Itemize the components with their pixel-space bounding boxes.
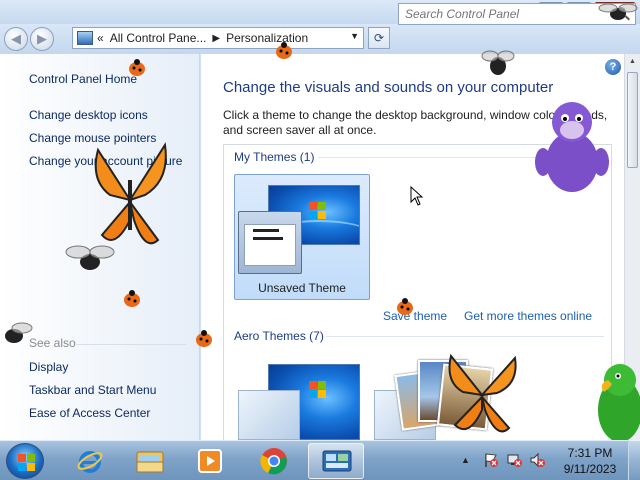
scroll-up-icon[interactable]: ▲: [625, 54, 640, 70]
network-icon[interactable]: [506, 452, 522, 468]
taskbar-clock[interactable]: 7:31 PM 9/11/2023: [555, 445, 625, 477]
change-mouse-pointers-link[interactable]: Change mouse pointers: [29, 131, 156, 145]
search-input[interactable]: [398, 3, 636, 25]
control-panel-icon: [322, 450, 352, 472]
address-dropdown-icon[interactable]: ▼: [350, 31, 359, 41]
action-center-flag-icon[interactable]: [483, 452, 499, 468]
aero-themes-divider: [326, 336, 604, 337]
vertical-scrollbar[interactable]: ▲: [624, 54, 640, 440]
control-panel-icon: [77, 31, 93, 45]
show-hidden-icons-button[interactable]: ▲: [461, 455, 470, 465]
navigation-bar: ◀ ▶ « All Control Pane... ▶ Personalizat…: [0, 24, 640, 54]
windows-flag-icon: [309, 381, 327, 399]
refresh-icon: ⟳: [373, 31, 385, 45]
search-icon[interactable]: [616, 7, 626, 17]
refresh-button[interactable]: ⟳: [368, 27, 390, 49]
theme-window-color-preview: [238, 211, 302, 274]
preview-bar: [253, 229, 279, 232]
show-desktop-button[interactable]: [628, 440, 640, 480]
clock-time: 7:31 PM: [567, 446, 613, 460]
page-title: Change the visuals and sounds on your co…: [223, 79, 554, 96]
address-bar[interactable]: « All Control Pane... ▶ Personalization …: [72, 27, 364, 49]
breadcrumb-current[interactable]: Personalization: [226, 31, 308, 45]
clock-date: 9/11/2023: [563, 462, 617, 476]
control-panel-home-link[interactable]: Control Panel Home: [29, 72, 137, 86]
page-description: Click a theme to change the desktop back…: [223, 108, 608, 137]
help-icon[interactable]: ?: [605, 59, 621, 75]
windows-flag-icon: [309, 202, 327, 220]
forward-arrow-icon: ▶: [37, 31, 47, 46]
change-desktop-icons-link[interactable]: Change desktop icons: [29, 108, 148, 122]
mouse-cursor-icon: [410, 186, 424, 206]
left-task-pane: Control Panel Home Change desktop icons …: [0, 54, 200, 440]
see-also-label: See also: [29, 336, 76, 350]
folder-icon: [136, 451, 164, 473]
my-themes-divider: [318, 157, 604, 158]
see-also-divider: [76, 344, 186, 345]
taskbar-chrome[interactable]: [246, 443, 302, 479]
volume-muted-icon[interactable]: [529, 452, 545, 468]
taskbar-control-panel[interactable]: [308, 443, 364, 479]
windows-logo-icon: [27, 463, 35, 471]
theme-photo-stack[interactable]: [436, 363, 494, 431]
display-link[interactable]: Display: [29, 360, 68, 374]
start-button[interactable]: [6, 443, 44, 479]
breadcrumb-root[interactable]: All Control Pane...: [110, 31, 207, 45]
forward-button[interactable]: ▶: [30, 27, 54, 51]
windows-logo-icon: [27, 454, 35, 462]
breadcrumb-overflow[interactable]: «: [97, 31, 104, 45]
unsaved-theme-label: Unsaved Theme: [258, 281, 346, 295]
taskbar-internet-explorer[interactable]: [62, 443, 118, 479]
save-theme-link[interactable]: Save theme: [383, 309, 447, 323]
preview-window-body: [244, 224, 296, 266]
windows-logo-icon: [18, 463, 26, 471]
back-arrow-icon: ◀: [11, 31, 21, 46]
chrome-icon: [260, 448, 287, 475]
taskbar-windows-explorer[interactable]: [122, 443, 178, 479]
my-themes-heading: My Themes (1): [234, 150, 319, 164]
change-account-picture-link[interactable]: Change your account picture: [29, 154, 182, 168]
aero-windows7-window-preview: [238, 390, 300, 440]
ease-of-access-link[interactable]: Ease of Access Center: [29, 406, 150, 420]
windows-logo-icon: [18, 454, 26, 462]
taskbar-media-player[interactable]: [182, 443, 238, 479]
internet-explorer-icon: [77, 451, 103, 473]
back-button[interactable]: ◀: [4, 27, 28, 51]
get-more-themes-link[interactable]: Get more themes online: [464, 309, 592, 323]
breadcrumb-separator-icon[interactable]: ▶: [212, 33, 220, 44]
media-player-icon: [198, 449, 222, 473]
scroll-thumb[interactable]: [627, 72, 638, 168]
taskbar-start-menu-link[interactable]: Taskbar and Start Menu: [29, 383, 156, 397]
aero-themes-heading: Aero Themes (7): [234, 329, 328, 343]
preview-bar: [253, 237, 283, 240]
